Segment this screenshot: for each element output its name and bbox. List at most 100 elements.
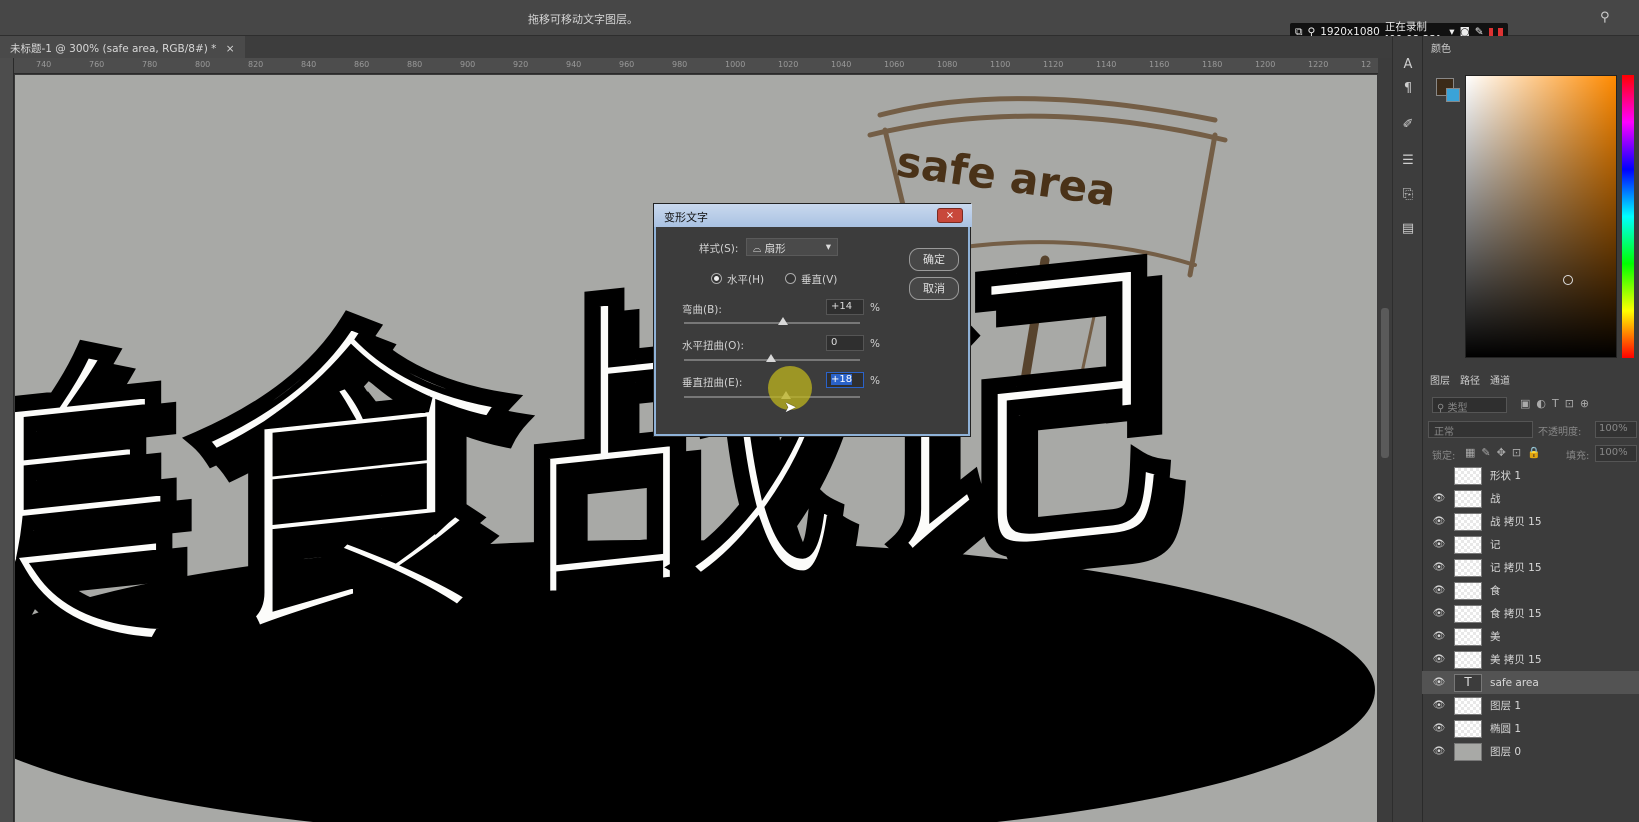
ruler-tick: 1220 xyxy=(1308,60,1329,69)
stop-icon[interactable] xyxy=(1498,28,1503,36)
close-icon[interactable]: × xyxy=(937,208,963,223)
ruler-vertical xyxy=(0,58,14,822)
layer-name: 战 xyxy=(1490,493,1501,505)
tab-color[interactable]: 颜色 xyxy=(1431,40,1451,55)
eye-icon[interactable]: 👁 xyxy=(1432,493,1446,504)
cancel-button[interactable]: 取消 xyxy=(909,277,959,300)
layers-panel-tabs: 图层 路径 通道 xyxy=(1422,368,1518,391)
eye-icon[interactable]: 👁 xyxy=(1432,562,1446,573)
layer-filter-input[interactable]: ⚲ 类型 xyxy=(1432,397,1507,414)
style-select[interactable]: ⌓ 扇形 ▾ xyxy=(746,238,838,256)
pause-icon[interactable] xyxy=(1488,28,1494,36)
tab-channels[interactable]: 通道 xyxy=(1490,372,1510,387)
hdist-field[interactable]: 0 xyxy=(826,335,864,351)
eye-icon[interactable]: 👁 xyxy=(1432,539,1446,550)
ruler-tick: 980 xyxy=(672,60,688,69)
fill-field[interactable]: 100% xyxy=(1595,445,1637,462)
document-tab-label: 未标题-1 @ 300% (safe area, RGB/8#) * xyxy=(10,43,217,55)
layer-name: 记 xyxy=(1490,539,1501,551)
search-icon[interactable]: ⚲ xyxy=(1600,10,1610,25)
layer-thumbnail xyxy=(1454,650,1482,669)
bend-slider-knob[interactable] xyxy=(778,317,788,325)
eye-icon[interactable]: 👁 xyxy=(1432,585,1446,596)
blend-mode-select[interactable]: 正常 xyxy=(1428,421,1533,438)
background-swatch[interactable] xyxy=(1446,88,1460,102)
warp-text-dialog: 变形文字 × 样式(S): ⌓ 扇形 ▾ 确定 取消 水平(H) 垂直(V) 弯… xyxy=(653,203,972,437)
color-field[interactable] xyxy=(1465,75,1617,358)
brush-icon[interactable]: ✐ xyxy=(1399,116,1417,134)
layer-row[interactable]: 形状 1 xyxy=(1422,464,1639,487)
ruler-tick: 1120 xyxy=(1043,60,1064,69)
eye-icon[interactable]: 👁 xyxy=(1432,608,1446,619)
vdist-field[interactable]: +18 xyxy=(826,372,864,388)
search-icon: ⚲ xyxy=(1437,403,1445,414)
layer-row[interactable]: 👁 食 xyxy=(1422,579,1639,602)
eye-icon[interactable]: 👁 xyxy=(1432,700,1446,711)
panel-icons: A ¶ ✐ ☰ ⎘ ▤ xyxy=(1392,36,1422,822)
eye-icon[interactable]: 👁 xyxy=(1432,631,1446,642)
color-picker-handle[interactable] xyxy=(1563,275,1573,285)
layer-thumbnail xyxy=(1454,581,1482,600)
status-hint: 拖移可移动文字图层。 xyxy=(528,13,638,26)
layer-row[interactable]: 👁 图层 0 xyxy=(1422,740,1639,763)
layer-name: 形状 1 xyxy=(1490,470,1522,482)
ruler-tick: 920 xyxy=(513,60,529,69)
bend-percent: % xyxy=(870,302,880,314)
ruler-tick: 800 xyxy=(195,60,211,69)
layer-row[interactable]: 👁 椭圆 1 xyxy=(1422,717,1639,740)
document-tab[interactable]: 未标题-1 @ 300% (safe area, RGB/8#) * × xyxy=(0,36,245,58)
layer-row[interactable]: 👁 Tsafe area xyxy=(1422,671,1639,694)
bend-field[interactable]: +14 xyxy=(826,299,864,315)
tab-paths[interactable]: 路径 xyxy=(1460,372,1480,387)
paragraph-icon[interactable]: ¶ xyxy=(1399,80,1417,98)
layer-row[interactable]: 👁 记 拷贝 15 xyxy=(1422,556,1639,579)
ruler-tick: 1000 xyxy=(725,60,746,69)
style-label: 样式(S): xyxy=(699,243,739,255)
bend-slider-track[interactable] xyxy=(684,322,860,324)
hdist-slider-knob[interactable] xyxy=(766,354,776,362)
layer-thumbnail xyxy=(1454,466,1482,485)
eye-icon[interactable]: 👁 xyxy=(1432,654,1446,665)
close-tab-icon[interactable]: × xyxy=(226,43,235,55)
hue-slider[interactable] xyxy=(1622,75,1634,358)
layer-row[interactable]: 👁 记 xyxy=(1422,533,1639,556)
fan-icon: ⌓ xyxy=(753,243,762,255)
layer-row[interactable]: 👁 美 拷贝 15 xyxy=(1422,648,1639,671)
clone-source-icon[interactable]: ⎘ xyxy=(1399,186,1417,204)
ruler-tick: 1040 xyxy=(831,60,852,69)
layer-thumbnail xyxy=(1454,627,1482,646)
ruler-tick: 760 xyxy=(89,60,105,69)
tab-layers[interactable]: 图层 xyxy=(1430,372,1450,387)
ruler-tick: 1020 xyxy=(778,60,799,69)
properties-icon[interactable]: ▤ xyxy=(1399,220,1417,238)
canvas[interactable]: safe area 美食战记 美食战记 xyxy=(15,75,1377,822)
eye-icon[interactable]: 👁 xyxy=(1432,677,1446,688)
vertical-radio[interactable] xyxy=(785,273,796,284)
chevron-down-icon: ▾ xyxy=(825,241,831,253)
layer-thumbnail xyxy=(1454,558,1482,577)
layer-row[interactable]: 👁 图层 1 xyxy=(1422,694,1639,717)
scrollbar-thumb[interactable] xyxy=(1381,308,1389,458)
layer-row[interactable]: 👁 战 拷贝 15 xyxy=(1422,510,1639,533)
character-icon[interactable]: A xyxy=(1399,56,1417,74)
opacity-field[interactable]: 100% xyxy=(1595,421,1637,438)
eye-icon[interactable]: 👁 xyxy=(1432,516,1446,527)
eye-icon[interactable]: 👁 xyxy=(1432,723,1446,734)
layer-row[interactable]: 👁 食 拷贝 15 xyxy=(1422,602,1639,625)
ruler-tick: 780 xyxy=(142,60,158,69)
eye-icon[interactable]: 👁 xyxy=(1432,746,1446,757)
layer-thumbnail xyxy=(1454,535,1482,554)
layer-thumbnail xyxy=(1454,696,1482,715)
horizontal-radio[interactable] xyxy=(711,273,722,284)
ok-button[interactable]: 确定 xyxy=(909,248,959,271)
layer-name: safe area xyxy=(1490,676,1539,689)
layer-row[interactable]: 👁 战 xyxy=(1422,487,1639,510)
layer-row[interactable]: 👁 美 xyxy=(1422,625,1639,648)
vertical-scrollbar[interactable] xyxy=(1378,58,1392,822)
artwork: safe area 美食战记 美食战记 xyxy=(15,96,1375,822)
layer-thumbnail xyxy=(1454,489,1482,508)
adjustments-icon[interactable]: ☰ xyxy=(1399,152,1417,170)
filter-icons[interactable]: ▣◐T⊡⊕ xyxy=(1520,397,1595,410)
lock-icons[interactable]: ▦✎✥⊡🔒 xyxy=(1465,446,1547,459)
ruler-tick: 1160 xyxy=(1149,60,1170,69)
